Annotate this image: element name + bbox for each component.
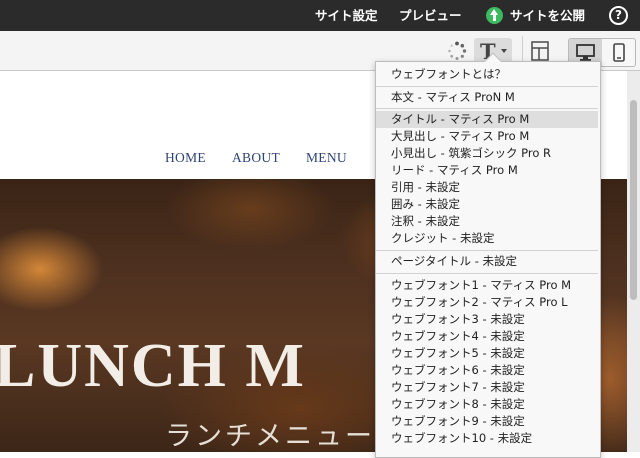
menu-item-webfont[interactable]: ウェブフォント9 - 未設定	[376, 413, 598, 430]
menu-item-title-font[interactable]: タイトル - マティス Pro M	[376, 111, 598, 128]
publish-site-button[interactable]: サイトを公開	[510, 0, 585, 31]
menu-item-subheading-font[interactable]: 小見出し - 筑紫ゴシック Pro R	[376, 145, 598, 162]
layout-icon[interactable]	[531, 41, 549, 61]
menu-item-webfont-about[interactable]: ウェブフォントとは？	[376, 66, 598, 83]
menu-item-credit-font[interactable]: クレジット - 未設定	[376, 230, 598, 247]
help-icon[interactable]: ?	[609, 6, 628, 25]
nav-item-home[interactable]: HOME	[165, 150, 206, 166]
menu-item-webfont[interactable]: ウェブフォント2 - マティス Pro L	[376, 294, 598, 311]
menu-item-box-font[interactable]: 囲み - 未設定	[376, 196, 598, 213]
menu-item-webfont[interactable]: ウェブフォント1 - マティス Pro M	[376, 277, 598, 294]
hero-subtitle: ランチメニュー	[165, 421, 375, 452]
preview-button[interactable]: プレビュー	[399, 0, 462, 31]
menu-item-note-font[interactable]: 注釈 - 未設定	[376, 213, 598, 230]
menu-item-page-title-font[interactable]: ページタイトル - 未設定	[376, 253, 598, 270]
menu-item-body-font[interactable]: 本文 - マティス ProN M	[376, 89, 598, 106]
menu-separator	[376, 86, 598, 87]
loading-spinner-icon	[448, 41, 467, 60]
menu-item-webfont[interactable]: ウェブフォント6 - 未設定	[376, 362, 598, 379]
menu-item-webfont[interactable]: ウェブフォント5 - 未設定	[376, 345, 598, 362]
menu-separator	[376, 250, 598, 251]
hero-title: LUNCH M	[0, 332, 306, 400]
menu-item-webfont[interactable]: ウェブフォント4 - 未設定	[376, 328, 598, 345]
menu-item-webfont[interactable]: ウェブフォント7 - 未設定	[376, 379, 598, 396]
mobile-phone-icon	[613, 43, 625, 62]
menu-item-webfont[interactable]: ウェブフォント10 - 未設定	[376, 430, 598, 447]
menu-item-lead-font[interactable]: リード - マティス Pro M	[376, 162, 598, 179]
top-bar: サイト設定 プレビュー サイトを公開 ?	[0, 0, 640, 31]
menu-item-heading-font[interactable]: 大見出し - マティス Pro M	[376, 128, 598, 145]
site-settings-button[interactable]: サイト設定	[315, 0, 378, 31]
scrollbar-thumb[interactable]	[630, 100, 637, 300]
menu-separator	[376, 273, 598, 274]
menu-item-webfont[interactable]: ウェブフォント3 - 未設定	[376, 311, 598, 328]
menu-item-webfont[interactable]: ウェブフォント8 - 未設定	[376, 396, 598, 413]
nav-item-about[interactable]: ABOUT	[232, 150, 280, 166]
nav-item-menu[interactable]: MENU	[306, 150, 347, 166]
menu-separator	[376, 108, 598, 109]
chevron-down-icon	[501, 49, 507, 53]
publish-upload-icon[interactable]	[486, 7, 503, 24]
mobile-view-button[interactable]	[603, 39, 635, 66]
menu-item-quote-font[interactable]: 引用 - 未設定	[376, 179, 598, 196]
